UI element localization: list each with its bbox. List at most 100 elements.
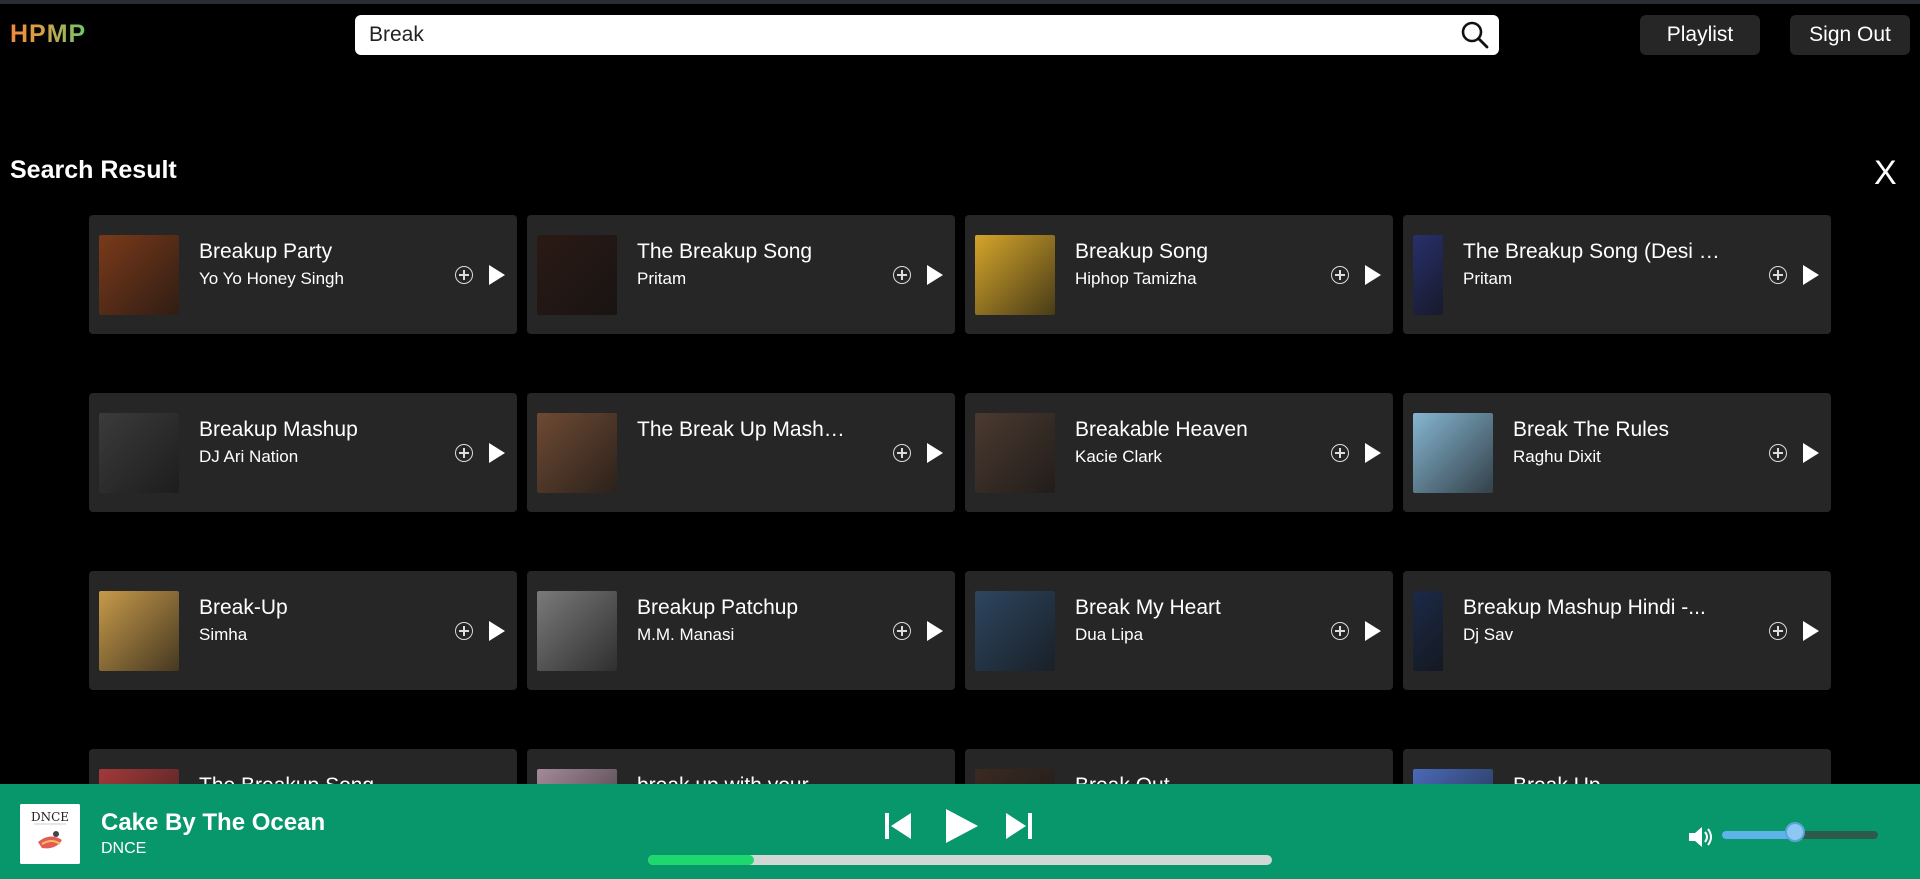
play-icon[interactable] — [489, 443, 505, 463]
song-card[interactable]: Break My Heart Dua Lipa — [965, 571, 1393, 690]
song-title: The Breakup Song (Desi Mix B... — [1463, 240, 1721, 263]
song-title: Breakable Heaven — [1075, 418, 1248, 441]
song-meta: Break The Rules Raghu Dixit — [1513, 417, 1721, 467]
add-to-playlist-icon[interactable] — [1769, 266, 1787, 284]
song-card[interactable]: Break Up — [1403, 749, 1831, 785]
now-playing-cover: DNCE — [20, 804, 80, 864]
song-card[interactable]: Break-Up Simha — [89, 571, 517, 690]
song-title: Breakup Patchup — [637, 596, 799, 619]
search-input[interactable] — [355, 15, 1455, 55]
song-title: Breakup Mashup — [199, 418, 358, 441]
song-cover — [537, 235, 617, 315]
song-meta: Breakup Patchup M.M. Manasi — [637, 595, 845, 645]
song-cover — [99, 413, 179, 493]
song-artist: Dua Lipa — [1075, 625, 1144, 644]
skip-forward-icon — [1006, 813, 1032, 839]
song-card[interactable]: Break Out — [965, 749, 1393, 785]
skip-back-icon — [885, 813, 911, 839]
play-icon — [946, 809, 978, 843]
play-icon[interactable] — [489, 265, 505, 285]
song-cover — [1413, 591, 1443, 671]
previous-track-button[interactable] — [882, 806, 914, 846]
play-icon[interactable] — [1803, 443, 1819, 463]
play-icon[interactable] — [1803, 621, 1819, 641]
song-meta: Breakup Mashup Hindi -... Dj Sav — [1463, 595, 1721, 645]
song-artist: Pritam — [1463, 269, 1513, 288]
song-card[interactable]: The Breakup Song — [89, 749, 517, 785]
play-icon[interactable] — [927, 265, 943, 285]
song-card[interactable]: Breakup Song Hiphop Tamizha — [965, 215, 1393, 334]
song-meta: The Breakup Song Pritam — [637, 239, 845, 289]
song-card[interactable]: The Break Up Mashup — [527, 393, 955, 512]
song-card[interactable]: The Breakup Song Pritam — [527, 215, 955, 334]
song-artist: DJ Ari Nation — [199, 447, 299, 466]
song-meta: Break My Heart Dua Lipa — [1075, 595, 1283, 645]
now-playing-artist: DNCE — [101, 840, 147, 857]
song-cover — [537, 591, 617, 671]
song-title: Breakup Party — [199, 240, 333, 263]
add-to-playlist-icon[interactable] — [893, 266, 911, 284]
song-cover — [1413, 769, 1493, 785]
add-to-playlist-icon[interactable] — [455, 622, 473, 640]
song-artist: Hiphop Tamizha — [1075, 269, 1197, 288]
progress-bar[interactable] — [648, 855, 1272, 865]
song-artist: M.M. Manasi — [637, 625, 735, 644]
add-to-playlist-icon[interactable] — [893, 622, 911, 640]
play-pause-button[interactable] — [940, 806, 980, 846]
song-artist: Kacie Clark — [1075, 447, 1162, 466]
play-icon[interactable] — [927, 443, 943, 463]
play-icon[interactable] — [1365, 621, 1381, 641]
song-card[interactable]: Breakable Heaven Kacie Clark — [965, 393, 1393, 512]
search-result-title: Search Result — [10, 156, 177, 184]
song-artist: Yo Yo Honey Singh — [199, 269, 344, 288]
playlist-button[interactable]: Playlist — [1640, 15, 1760, 55]
volume-fill — [1722, 831, 1796, 839]
add-to-playlist-icon[interactable] — [455, 444, 473, 462]
play-icon[interactable] — [927, 621, 943, 641]
sign-out-button[interactable]: Sign Out — [1790, 15, 1910, 55]
song-artist: Simha — [199, 625, 248, 644]
song-title: The Breakup Song — [637, 240, 813, 263]
song-card[interactable]: Breakup Patchup M.M. Manasi — [527, 571, 955, 690]
song-title: Breakup Song — [1075, 240, 1209, 263]
next-track-button[interactable] — [1003, 806, 1035, 846]
song-cover — [975, 413, 1055, 493]
song-meta: Breakup Mashup DJ Ari Nation — [199, 417, 407, 467]
search-bar[interactable] — [355, 15, 1499, 55]
song-artist: Dj Sav — [1463, 625, 1514, 644]
volume-icon[interactable] — [1686, 822, 1716, 852]
search-icon[interactable] — [1455, 15, 1495, 55]
song-card[interactable]: Breakup Mashup DJ Ari Nation — [89, 393, 517, 512]
song-meta: The Break Up Mashup — [637, 417, 845, 447]
song-card[interactable]: break up with your girlfrien — [527, 749, 955, 785]
song-cover — [99, 769, 179, 785]
add-to-playlist-icon[interactable] — [1769, 444, 1787, 462]
song-artist: Pritam — [637, 269, 687, 288]
song-card[interactable]: The Breakup Song (Desi Mix B... Pritam — [1403, 215, 1831, 334]
song-card[interactable]: Breakup Mashup Hindi -... Dj Sav — [1403, 571, 1831, 690]
play-icon[interactable] — [1365, 443, 1381, 463]
app-logo[interactable]: HPMP — [10, 20, 86, 49]
top-border — [0, 0, 1920, 4]
play-icon[interactable] — [1365, 265, 1381, 285]
song-card[interactable]: Break The Rules Raghu Dixit — [1403, 393, 1831, 512]
song-meta: Breakup Party Yo Yo Honey Singh — [199, 239, 407, 289]
add-to-playlist-icon[interactable] — [455, 266, 473, 284]
song-meta: Breakup Song Hiphop Tamizha — [1075, 239, 1283, 289]
now-playing-title: Cake By The Ocean — [101, 809, 326, 836]
song-cover — [1413, 235, 1443, 315]
song-cover — [975, 591, 1055, 671]
close-results-button[interactable]: X — [1874, 154, 1897, 192]
song-title: Breakup Mashup Hindi -... — [1463, 596, 1706, 619]
add-to-playlist-icon[interactable] — [1769, 622, 1787, 640]
song-card[interactable]: Breakup Party Yo Yo Honey Singh — [89, 215, 517, 334]
play-icon[interactable] — [489, 621, 505, 641]
add-to-playlist-icon[interactable] — [1331, 266, 1349, 284]
add-to-playlist-icon[interactable] — [1331, 622, 1349, 640]
song-meta: Breakable Heaven Kacie Clark — [1075, 417, 1283, 467]
play-icon[interactable] — [1803, 265, 1819, 285]
add-to-playlist-icon[interactable] — [893, 444, 911, 462]
add-to-playlist-icon[interactable] — [1331, 444, 1349, 462]
song-cover — [99, 591, 179, 671]
song-cover — [99, 235, 179, 315]
